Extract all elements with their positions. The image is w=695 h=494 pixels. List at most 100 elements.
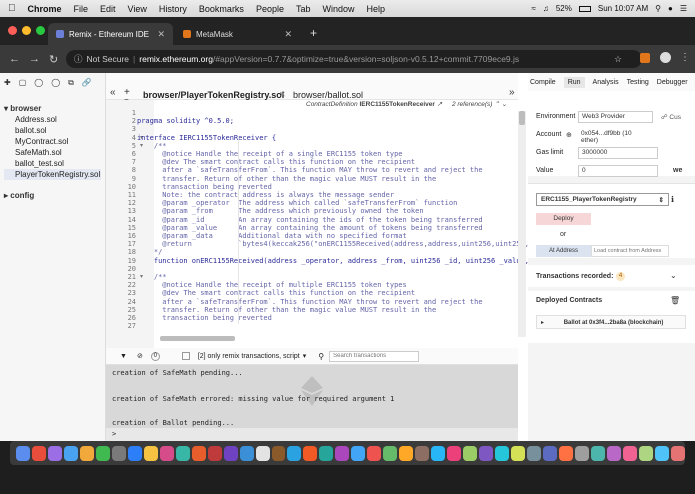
new-tab-button[interactable]: + <box>310 26 317 40</box>
account-select[interactable]: 0x054...df9bb (10 ether) <box>578 129 653 144</box>
dock-app-icon[interactable] <box>239 445 254 461</box>
tab-debugger[interactable]: Debugger <box>657 79 688 86</box>
dock-app-icon[interactable] <box>638 445 653 461</box>
dock-app-icon[interactable] <box>479 445 494 461</box>
battery-percent[interactable]: 52% <box>556 4 572 13</box>
dock-app-icon[interactable] <box>383 445 398 461</box>
clear-terminal-icon[interactable]: ⊘ <box>137 352 143 360</box>
profile-avatar[interactable] <box>660 52 671 63</box>
add-account-icon[interactable]: ⊕ <box>566 131 572 139</box>
dock-app-icon[interactable] <box>303 445 318 461</box>
metamask-extension-icon[interactable] <box>640 53 650 63</box>
github-icon[interactable]: ◯ <box>34 78 43 88</box>
dock-app-icon[interactable] <box>319 445 334 461</box>
volume-icon[interactable]: ♫ <box>543 4 549 13</box>
file-item[interactable]: ballot.sol <box>4 125 101 136</box>
tx-filter-select[interactable]: [2] only remix transactions, script <box>198 353 300 360</box>
terminal-input-row[interactable]: > <box>106 428 518 441</box>
menu-people[interactable]: People <box>256 4 284 14</box>
back-icon[interactable]: ← <box>9 53 20 65</box>
file-item[interactable]: SafeMath.sol <box>4 147 101 158</box>
menu-tab[interactable]: Tab <box>296 4 311 14</box>
menu-view[interactable]: View <box>128 4 147 14</box>
tab-metamask[interactable]: MetaMask ✕ <box>175 23 300 45</box>
chevron-down-icon[interactable]: ▾ <box>303 352 307 360</box>
link-icon[interactable]: 🔗 <box>82 78 92 88</box>
editor-tab-active[interactable]: browser/PlayerTokenRegistry.sol <box>143 90 284 100</box>
copy-icon[interactable]: ⧉ <box>68 78 74 88</box>
dock-app-icon[interactable] <box>670 445 685 461</box>
dock-app-icon[interactable] <box>335 445 350 461</box>
dock-app-icon[interactable] <box>527 445 541 461</box>
chrome-menu-icon[interactable]: ⋮ <box>680 52 690 63</box>
dock-app-icon[interactable] <box>271 445 286 461</box>
dock-app-icon[interactable] <box>16 445 30 461</box>
dock-app-icon[interactable] <box>47 445 62 461</box>
menu-window[interactable]: Window <box>322 4 354 14</box>
menu-edit[interactable]: Edit <box>100 4 116 14</box>
deployed-contract-item[interactable]: ▸ Ballot at 0x3f4...2ba8a (blockchain) <box>536 315 686 329</box>
prev-reference-icon[interactable]: ⌃ <box>494 101 499 108</box>
editor-vertical-scrollbar[interactable] <box>518 111 526 337</box>
wifi-icon[interactable]: ≈ <box>531 4 535 13</box>
value-input[interactable]: 0 <box>578 165 658 177</box>
dock-app-icon[interactable] <box>63 445 78 461</box>
info-icon[interactable]: ℹ <box>671 195 674 204</box>
dock-app-icon[interactable] <box>558 445 573 461</box>
menu-list-icon[interactable]: ☰ <box>680 4 687 13</box>
clock[interactable]: Sun 10:07 AM <box>598 4 648 13</box>
dock-app-icon[interactable] <box>207 445 222 461</box>
tab-analysis[interactable]: Analysis <box>593 79 619 86</box>
next-reference-icon[interactable]: ⌄ <box>502 101 507 108</box>
gas-limit-input[interactable]: 3000000 <box>578 147 658 159</box>
dock-app-icon[interactable] <box>415 445 430 461</box>
folder-browser[interactable]: ▾ browser <box>4 103 101 114</box>
user-icon[interactable]: ● <box>668 4 673 13</box>
at-address-button[interactable]: At Address <box>536 245 591 257</box>
search-icon[interactable]: ⚲ <box>655 4 661 13</box>
folder-config[interactable]: ▸ config <box>4 190 101 201</box>
dock-app-icon[interactable] <box>542 445 557 461</box>
maximize-window-button[interactable] <box>36 26 45 35</box>
dock-app-icon[interactable] <box>31 445 46 461</box>
tab-run[interactable]: Run <box>563 76 585 88</box>
chevron-down-icon[interactable]: ⌄ <box>670 271 677 280</box>
bookmark-star-icon[interactable]: ☆ <box>614 54 622 65</box>
close-tab-icon[interactable]: ✕ <box>284 29 292 40</box>
editor-tab[interactable]: browser/ballot.sol <box>293 90 363 100</box>
tab-testing[interactable]: Testing <box>627 79 649 86</box>
dock-app-icon[interactable] <box>574 445 589 461</box>
dock-app-icon[interactable] <box>175 445 190 461</box>
dock-app-icon[interactable] <box>95 445 110 461</box>
trash-icon[interactable]: 🗑 <box>670 296 680 305</box>
dock-app-icon[interactable] <box>590 445 605 461</box>
open-folder-icon[interactable]: ▢ <box>19 78 27 88</box>
file-item[interactable]: ballot_test.sol <box>4 158 101 169</box>
deploy-button[interactable]: Deploy <box>536 213 591 225</box>
close-tab-icon[interactable]: ✕ <box>157 29 165 40</box>
custom-network-link[interactable]: ☍ Cus <box>661 113 681 121</box>
minimize-terminal-icon[interactable]: ▼ <box>120 353 127 360</box>
tab-remix[interactable]: Remix - Ethereum IDE ✕ <box>48 23 173 45</box>
menu-bookmarks[interactable]: Bookmarks <box>199 4 244 14</box>
new-file-icon[interactable]: ✚ <box>4 78 11 88</box>
dock-app-icon[interactable] <box>111 445 126 461</box>
dock-app-icon[interactable] <box>127 445 142 461</box>
environment-select[interactable]: Web3 Provider <box>578 111 653 123</box>
dock-app-icon[interactable] <box>191 445 206 461</box>
battery-icon[interactable] <box>578 5 591 12</box>
menu-file[interactable]: File <box>74 4 89 14</box>
forward-icon[interactable]: → <box>29 53 40 65</box>
search-transactions-input[interactable] <box>329 350 420 362</box>
gist-icon[interactable]: ◯ <box>51 78 60 88</box>
info-icon[interactable]: ⓘ <box>74 53 83 65</box>
dock-app-icon[interactable] <box>463 445 478 461</box>
dock-app-icon[interactable] <box>351 445 366 461</box>
jump-icon[interactable]: ↗ <box>437 101 442 108</box>
expand-icon[interactable]: ▸ <box>541 320 544 326</box>
load-contract-address-input[interactable] <box>591 245 669 257</box>
scroll-thumb[interactable] <box>519 111 525 125</box>
close-window-button[interactable] <box>8 26 17 35</box>
dock-app-icon[interactable] <box>654 445 669 461</box>
dock-app-icon[interactable] <box>255 445 270 461</box>
